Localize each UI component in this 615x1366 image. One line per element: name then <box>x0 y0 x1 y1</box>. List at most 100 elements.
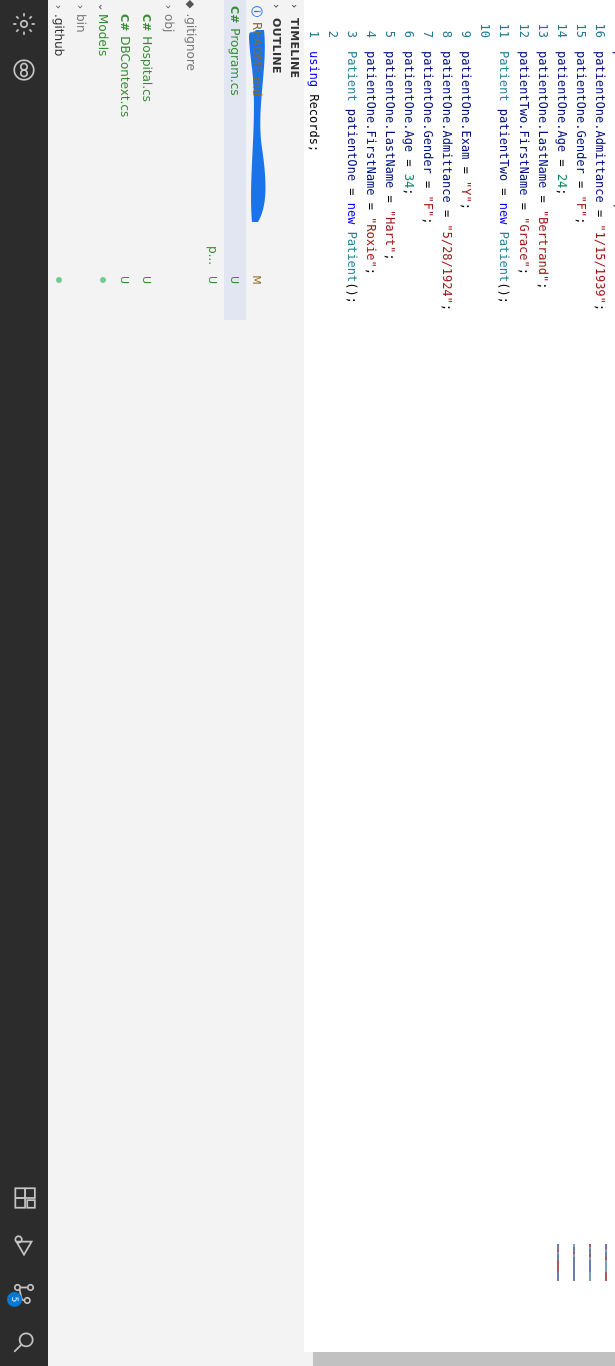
code-token: patientOne.Gender <box>573 51 588 182</box>
code-token: new <box>497 202 512 225</box>
chevron-right-icon: › <box>74 4 88 10</box>
line-number: 13 <box>535 23 550 38</box>
chevron-right-icon: › <box>52 4 66 10</box>
line-number: 6 <box>402 30 417 38</box>
explorer-sidebar: › .github › bin ⌄ Models C# DBContext.cs… <box>48 0 304 1366</box>
code-line[interactable]: patientOne.Age = 34; <box>399 51 418 196</box>
code-token: Patient <box>497 231 512 283</box>
search-icon[interactable] <box>0 1318 48 1366</box>
code-line[interactable]: patientOne.Gender = "F"; <box>418 51 437 224</box>
code-token: Patient <box>345 231 360 283</box>
code-line[interactable]: patientOne.LastName = "Hart"; <box>380 51 399 261</box>
settings-gear-icon[interactable] <box>0 0 48 48</box>
line-number: 3 <box>345 30 360 38</box>
activity-bar: 5 <box>0 0 48 1366</box>
code-token: = <box>573 181 588 196</box>
copilot-icon[interactable] <box>0 46 48 94</box>
code-token: patientOne.Exam <box>459 51 474 167</box>
outline-section[interactable]: › OUTLINE <box>268 4 286 74</box>
code-token: (); <box>345 282 360 304</box>
line-number: 16 <box>592 23 607 38</box>
git-file-icon: ◆ <box>184 0 198 9</box>
code-token: = <box>497 188 512 203</box>
code-token: = <box>421 181 436 196</box>
source-control-badge: 5 <box>7 1292 22 1307</box>
run-debug-icon[interactable] <box>0 1222 48 1270</box>
code-token: "1/15/1939" <box>592 224 607 304</box>
minimap-line <box>557 1259 559 1272</box>
scrollbar-thumb[interactable] <box>313 1352 615 1366</box>
code-line[interactable]: patientOne.Age = 24; <box>552 51 571 196</box>
extensions-icon[interactable] <box>0 1174 48 1222</box>
code-token: patientOne.FirstName <box>364 51 379 203</box>
code-line[interactable]: patientOne.Exam = "Y"; <box>456 51 475 210</box>
minimap[interactable] <box>541 1240 611 1320</box>
code-line[interactable]: patientOne.LastName = "Bertrand"; <box>533 51 552 289</box>
code-token: ; <box>573 217 588 225</box>
code-token: "Roxie" <box>364 217 379 268</box>
code-editor[interactable]: 1 using Records; 2 3 Patient patientOne = ne… <box>304 0 615 1366</box>
code-token: (); <box>497 282 512 304</box>
tree-item-obj[interactable]: › obj <box>158 0 180 320</box>
code-token: "F" <box>421 195 436 218</box>
modified-dot-icon <box>56 277 62 283</box>
code-token: "Bertrand" <box>535 209 550 283</box>
tree-item-readme[interactable]: ⓘ README.md M <box>246 0 268 320</box>
code-line[interactable]: Patient patientTwo = new Patient(); <box>495 51 514 304</box>
code-line[interactable]: patientTwo.FirstName = "Grace"; <box>514 51 533 275</box>
code-token: Patient <box>345 51 360 102</box>
source-control-icon[interactable]: 5 <box>0 1270 48 1318</box>
code-token: = <box>459 166 474 182</box>
tree-item-github[interactable]: › .github <box>48 0 70 320</box>
line-number: 8 <box>440 30 455 38</box>
tree-item-gitignore[interactable]: ◆ .gitignore <box>180 0 202 320</box>
code-token: ; <box>440 303 455 312</box>
code-token: ; <box>421 217 436 225</box>
chevron-right-icon: › <box>288 4 302 9</box>
code-token: = <box>535 195 550 210</box>
code-line[interactable]: patientOne.Admittance = "5/28/1924"; <box>437 51 456 311</box>
code-token: patientOne.Age <box>554 51 569 160</box>
tree-item-hospital[interactable]: C# Hospital.cs U <box>136 14 158 334</box>
tree-item-models[interactable]: ⌄ Models <box>92 0 114 320</box>
tree-item-dbcontext[interactable]: C# DBContext.cs U <box>114 14 136 334</box>
code-line[interactable]: patientOne.Gender = "F"; <box>571 51 590 224</box>
code-token: ; <box>535 282 550 290</box>
code-token: Patient <box>497 51 512 102</box>
code-token: ; <box>516 267 531 275</box>
info-file-icon: ⓘ <box>250 6 263 17</box>
csharp-file-icon: C# <box>118 14 132 32</box>
code-token: ; <box>459 202 474 210</box>
line-number: 11 <box>497 23 512 38</box>
code-token: ; <box>402 188 417 196</box>
minimap-line <box>589 1259 591 1272</box>
csharp-file-icon: C# <box>140 14 154 32</box>
timeline-section[interactable]: › TIMELINE <box>286 4 304 78</box>
code-token: patientOne.Gender <box>421 51 436 182</box>
line-number: 5 <box>383 30 398 38</box>
code-line[interactable]: Patient patientOne = new Patient(); <box>342 51 361 304</box>
tree-item-program[interactable]: C# Program.cs U <box>224 0 246 320</box>
code-token: ; <box>364 267 379 275</box>
code-token: patientOne.LastName <box>383 51 398 196</box>
tree-item-redacted[interactable]: p... U <box>202 0 224 320</box>
code-token: 34 <box>402 173 417 189</box>
modified-dot-icon <box>100 277 106 283</box>
code-token: = <box>383 195 398 210</box>
code-line[interactable]: patientOne.Admittance = "1/15/1939"; <box>590 51 609 311</box>
code-line[interactable]: patientOne.Exam = "Y"; <box>609 51 615 210</box>
tree-item-bin[interactable]: › bin <box>70 0 92 320</box>
code-line[interactable]: using Records; <box>304 51 323 152</box>
code-token: patientOne.Admittance <box>592 51 607 210</box>
code-token: Records; <box>307 87 321 153</box>
code-token: patientTwo <box>497 101 512 189</box>
line-number: 14 <box>554 23 569 38</box>
chevron-right-icon: › <box>270 4 284 9</box>
code-token: "Grace" <box>516 217 531 268</box>
line-number: 12 <box>516 23 531 38</box>
code-line[interactable]: patientOne.FirstName = "Roxie"; <box>361 51 380 275</box>
code-token: "Y" <box>459 181 474 203</box>
line-number: 4 <box>364 30 379 38</box>
code-token: = <box>402 159 417 174</box>
